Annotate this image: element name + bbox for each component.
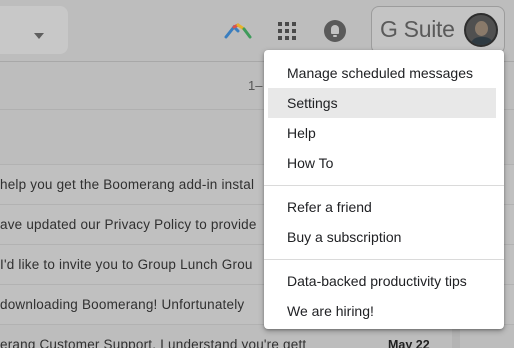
menu-item-settings[interactable]: Settings bbox=[268, 88, 496, 118]
apps-grid-icon[interactable] bbox=[278, 22, 296, 40]
mail-date: May 22 bbox=[388, 338, 430, 348]
menu-item-refer-friend[interactable]: Refer a friend bbox=[264, 192, 504, 222]
mail-snippet: help you get the Boomerang add-in instal bbox=[0, 177, 255, 192]
menu-item-manage-scheduled[interactable]: Manage scheduled messages bbox=[264, 58, 504, 88]
mail-snippet: erang Customer Support. I understand you… bbox=[0, 337, 307, 348]
menu-item-productivity-tips[interactable]: Data-backed productivity tips bbox=[264, 266, 504, 296]
menu-item-help[interactable]: Help bbox=[264, 118, 504, 148]
avatar[interactable] bbox=[464, 13, 498, 47]
notifications-icon[interactable] bbox=[324, 20, 346, 42]
menu-divider bbox=[264, 185, 504, 186]
boomerang-menu: Manage scheduled messages Settings Help … bbox=[264, 50, 504, 329]
pagination-count: 1– bbox=[248, 78, 263, 93]
gsuite-logo: G Suite bbox=[380, 16, 455, 42]
chevron-down-icon[interactable] bbox=[34, 33, 44, 39]
menu-item-hiring[interactable]: We are hiring! bbox=[264, 296, 504, 326]
menu-divider bbox=[264, 259, 504, 260]
boomerang-icon[interactable] bbox=[224, 21, 252, 41]
mail-snippet: downloading Boomerang! Unfortunately bbox=[0, 297, 245, 312]
search-box[interactable] bbox=[0, 6, 68, 54]
menu-item-buy-subscription[interactable]: Buy a subscription bbox=[264, 222, 504, 252]
account-switcher[interactable]: G Suite bbox=[371, 6, 505, 54]
menu-item-how-to[interactable]: How To bbox=[264, 148, 504, 178]
mail-snippet: ave updated our Privacy Policy to provid… bbox=[0, 217, 257, 232]
mail-snippet: I'd like to invite you to Group Lunch Gr… bbox=[0, 257, 253, 272]
